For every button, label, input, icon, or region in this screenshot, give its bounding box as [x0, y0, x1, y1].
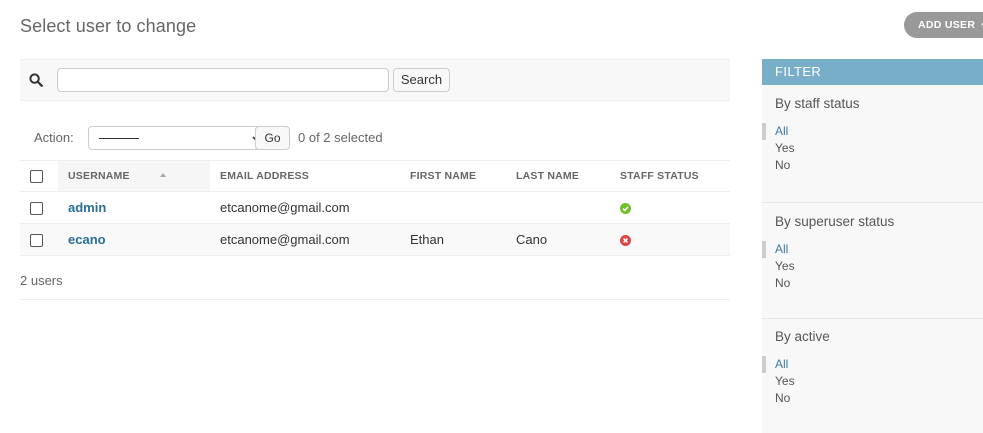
column-staff-status[interactable]: STAFF STATUS	[610, 160, 730, 192]
email-cell: etcanome@gmail.com	[210, 223, 400, 256]
filter-option-all[interactable]: All	[762, 123, 983, 140]
username-link[interactable]: admin	[68, 200, 106, 215]
filter-heading: By active	[775, 329, 830, 344]
x-circle-icon	[620, 235, 631, 247]
row-select-cell	[20, 191, 58, 224]
action-bar: Action: Go 0 of 2 selected	[20, 126, 730, 150]
filter-option-yes[interactable]: Yes	[762, 258, 983, 275]
filter-option-yes[interactable]: Yes	[762, 140, 983, 157]
action-label: Action:	[34, 130, 74, 145]
staff-status-cell	[610, 223, 730, 256]
filter-option-all[interactable]: All	[762, 241, 983, 258]
table-row: ecano etcanome@gmail.com Ethan Cano	[20, 223, 730, 256]
search-input[interactable]	[57, 68, 389, 92]
filter-option-all[interactable]: All	[762, 356, 983, 373]
filter-title: FILTER	[762, 59, 983, 85]
selected-count: 0 of 2 selected	[298, 130, 383, 145]
filter-heading: By staff status	[775, 96, 860, 111]
filter-options: All Yes No	[762, 123, 983, 174]
search-button[interactable]: Search	[393, 68, 450, 92]
filter-group-superuser-status: By superuser status All Yes No	[762, 203, 983, 319]
filter-group-staff-status: By staff status All Yes No	[762, 85, 983, 203]
row-select-cell	[20, 223, 58, 256]
check-circle-icon	[620, 203, 631, 215]
filter-option-yes[interactable]: Yes	[762, 373, 983, 390]
go-button[interactable]: Go	[255, 126, 290, 150]
filter-option-no[interactable]: No	[762, 275, 983, 292]
table-header-row: USERNAME EMAIL ADDRESS FIRST NAME LAST N…	[20, 160, 730, 192]
first-name-cell: Ethan	[400, 223, 506, 256]
row-checkbox[interactable]	[30, 234, 43, 248]
filter-group-active: By active All Yes No	[762, 319, 983, 407]
search-toolbar: Search	[20, 59, 730, 101]
select-all-checkbox[interactable]	[30, 169, 43, 183]
row-checkbox[interactable]	[30, 202, 43, 216]
filter-heading: By superuser status	[775, 214, 895, 229]
last-name-cell: Cano	[506, 223, 610, 256]
filter-options: All Yes No	[762, 241, 983, 292]
column-username[interactable]: USERNAME	[58, 160, 210, 192]
action-select-placeholder	[99, 138, 139, 139]
page-title: Select user to change	[20, 16, 197, 36]
column-first-name[interactable]: FIRST NAME	[400, 160, 506, 192]
table-row: admin etcanome@gmail.com	[20, 191, 730, 224]
staff-status-cell	[610, 191, 730, 224]
filter-options: All Yes No	[762, 356, 983, 407]
filter-option-no[interactable]: No	[762, 157, 983, 174]
username-cell: ecano	[58, 223, 210, 256]
action-select[interactable]	[88, 126, 271, 150]
filter-option-no[interactable]: No	[762, 390, 983, 407]
username-link[interactable]: ecano	[68, 232, 106, 247]
email-cell: etcanome@gmail.com	[210, 191, 400, 224]
first-name-cell	[400, 191, 506, 224]
column-email[interactable]: EMAIL ADDRESS	[210, 160, 400, 192]
results-table: USERNAME EMAIL ADDRESS FIRST NAME LAST N…	[20, 160, 730, 256]
search-icon	[29, 73, 43, 87]
filter-panel: FILTER By staff status All Yes No By sup…	[762, 59, 983, 433]
add-user-label: ADD USER	[918, 19, 976, 31]
column-username-label: USERNAME	[68, 170, 166, 182]
username-cell: admin	[58, 191, 210, 224]
paginator: 2 users	[20, 258, 730, 300]
column-last-name[interactable]: LAST NAME	[506, 160, 610, 192]
select-all-header	[20, 160, 58, 192]
last-name-cell	[506, 191, 610, 224]
add-user-button[interactable]: ADD USER✚	[904, 12, 983, 38]
sort-ascending-icon	[159, 173, 166, 177]
